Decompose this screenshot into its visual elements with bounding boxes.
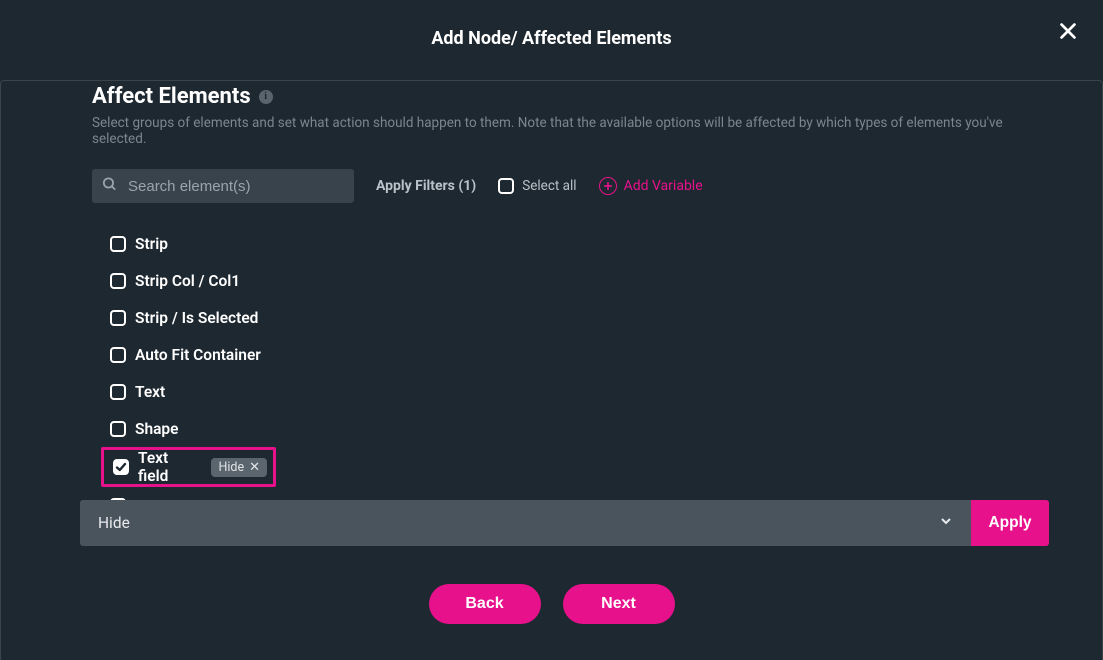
list-item[interactable]: Strip Col / Col1 [104,262,1049,299]
checkbox-icon [110,384,126,400]
info-icon[interactable]: i [259,90,273,104]
checkbox-icon [110,273,126,289]
search-icon [101,176,118,197]
search-input[interactable] [92,169,354,203]
filter-badge[interactable]: Hide ✕ [211,458,267,477]
plus-circle-icon [599,177,617,195]
element-label: Text [135,383,165,401]
element-label: Strip Col / Col1 [135,272,240,290]
add-variable-button[interactable]: Add Variable [599,177,703,195]
checkbox-icon [110,421,126,437]
apply-filters-link[interactable]: Apply Filters (1) [376,178,476,194]
checkbox-checked-icon [113,459,129,475]
list-item[interactable]: Strip [104,225,1049,262]
action-selected-value: Hide [98,514,130,532]
element-label: Auto Fit Container [135,346,261,364]
chevron-down-icon [939,514,953,532]
element-label: Strip / Is Selected [135,309,258,327]
modal-title: Add Node/ Affected Elements [0,28,1103,49]
apply-button[interactable]: Apply [971,500,1049,546]
select-all-checkbox[interactable]: Select all [498,178,576,194]
element-label: Strip [135,235,168,253]
list-item[interactable]: Text [104,373,1049,410]
element-list: Strip Strip Col / Col1 Strip / Is Select… [104,225,1049,524]
list-item[interactable]: Strip / Is Selected [104,299,1049,336]
close-icon [1057,27,1079,46]
close-button[interactable] [1057,20,1081,44]
badge-label: Hide [218,460,244,475]
remove-badge-icon: ✕ [249,461,260,474]
back-button[interactable]: Back [429,584,541,624]
next-button[interactable]: Next [563,584,675,624]
section-description: Select groups of elements and set what a… [92,115,1049,147]
action-select[interactable]: Hide [80,500,971,546]
checkbox-icon [110,236,126,252]
checkbox-icon [498,178,514,194]
checkbox-icon [110,310,126,326]
section-title: Affect Elements [92,84,251,109]
list-item[interactable]: Shape [104,410,1049,447]
list-item-selected[interactable]: Text field Hide ✕ [101,447,276,487]
element-label: Shape [135,420,179,438]
select-all-label: Select all [522,178,576,194]
checkbox-icon [110,347,126,363]
add-variable-label: Add Variable [624,178,703,194]
list-item[interactable]: Auto Fit Container [104,336,1049,373]
element-label: Text field [138,449,198,485]
search-field[interactable] [92,169,354,203]
